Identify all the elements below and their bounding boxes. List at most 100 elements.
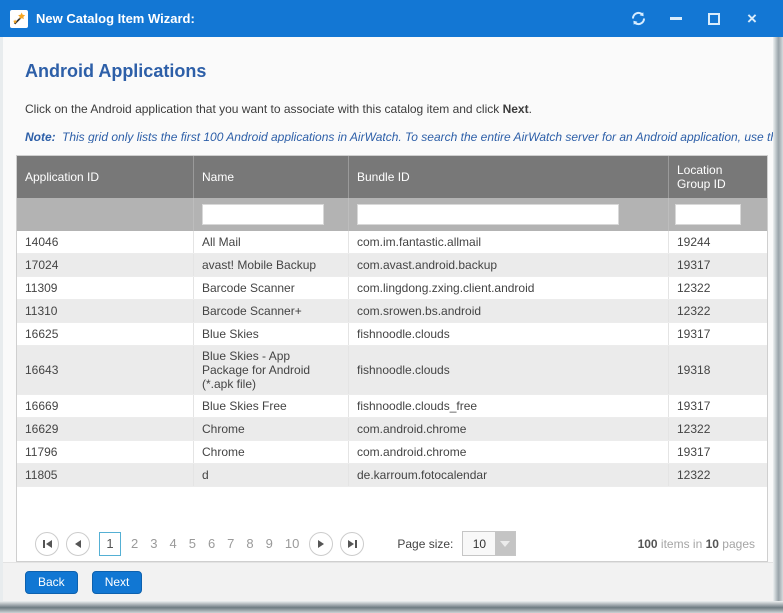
pages-count: 10: [706, 537, 719, 551]
table-row[interactable]: 11796 Chrome com.android.chrome 19317: [17, 441, 767, 464]
table-row[interactable]: 11805 d de.karroum.fotocalendar 12322: [17, 464, 767, 487]
refresh-button[interactable]: [625, 6, 651, 32]
window-frame-bottom: [0, 601, 783, 613]
table-row[interactable]: 11309 Barcode Scanner com.lingdong.zxing…: [17, 277, 767, 300]
note-text: Note: This grid only lists the first 100…: [25, 130, 773, 143]
current-page-indicator[interactable]: 1: [99, 532, 121, 556]
column-header-bundle-id[interactable]: Bundle ID: [349, 156, 669, 198]
table-row[interactable]: 16643 Blue Skies - App Package for Andro…: [17, 346, 767, 395]
table-row[interactable]: 16629 Chrome com.android.chrome 12322: [17, 418, 767, 441]
cell-application-id: 11309: [17, 277, 194, 299]
page-link-10[interactable]: 10: [279, 536, 305, 551]
cell-bundle-id: fishnoodle.clouds_free: [349, 395, 669, 417]
cell-application-id: 11805: [17, 464, 194, 486]
page-link-7[interactable]: 7: [221, 536, 240, 551]
page-link-5[interactable]: 5: [183, 536, 202, 551]
cell-bundle-id: com.im.fantastic.allmail: [349, 231, 669, 253]
page-link-8[interactable]: 8: [240, 536, 259, 551]
bundle-id-filter-input[interactable]: [357, 204, 619, 225]
page-link-2[interactable]: 2: [125, 536, 144, 551]
table-row[interactable]: 16625 Blue Skies fishnoodle.clouds 19317: [17, 323, 767, 346]
cell-bundle-id: com.android.chrome: [349, 441, 669, 463]
cell-bundle-id: com.android.chrome: [349, 418, 669, 440]
back-button[interactable]: Back: [25, 571, 78, 594]
table-row[interactable]: 11310 Barcode Scanner+ com.srowen.bs.and…: [17, 300, 767, 323]
grid-header-row: Application ID Name Bundle ID Location G…: [17, 156, 767, 198]
table-row[interactable]: 14046 All Mail com.im.fantastic.allmail …: [17, 231, 767, 254]
window-frame-left: [0, 0, 3, 613]
column-header-name[interactable]: Name: [194, 156, 349, 198]
maximize-button[interactable]: [701, 6, 727, 32]
items-count: 100: [638, 537, 658, 551]
filter-cell-name: [194, 198, 349, 231]
page-link-3[interactable]: 3: [144, 536, 163, 551]
first-page-button[interactable]: [35, 532, 59, 556]
minimize-icon: [670, 17, 682, 20]
cell-bundle-id: fishnoodle.clouds: [349, 346, 669, 394]
page-title: Android Applications: [25, 61, 773, 82]
cell-application-id: 16629: [17, 418, 194, 440]
window-controls: ×: [625, 6, 765, 32]
pager-summary: 100 items in 10 pages: [638, 537, 755, 551]
cell-location-group-id: 12322: [669, 300, 767, 322]
note-label: Note:: [25, 130, 56, 143]
column-header-application-id[interactable]: Application ID: [17, 156, 194, 198]
grid-body: 14046 All Mail com.im.fantastic.allmail …: [17, 231, 767, 487]
next-page-button[interactable]: [309, 532, 333, 556]
instruction-bold-word: Next: [503, 102, 529, 116]
cell-application-id: 17024: [17, 254, 194, 276]
note-body: This grid only lists the first 100 Andro…: [59, 130, 773, 143]
grid-filter-row: [17, 198, 767, 231]
wizard-footer: Back Next: [3, 562, 773, 601]
refresh-icon: [630, 10, 647, 27]
table-row[interactable]: 17024 avast! Mobile Backup com.avast.and…: [17, 254, 767, 277]
cell-application-id: 11796: [17, 441, 194, 463]
name-filter-input[interactable]: [202, 204, 324, 225]
previous-page-button[interactable]: [66, 532, 90, 556]
cell-bundle-id: de.karroum.fotocalendar: [349, 464, 669, 486]
cell-location-group-id: 19317: [669, 254, 767, 276]
cell-location-group-id: 19317: [669, 323, 767, 345]
applications-grid: Application ID Name Bundle ID Location G…: [16, 155, 768, 562]
maximize-icon: [708, 13, 720, 25]
page-size-arrow-button[interactable]: [495, 532, 515, 555]
cell-location-group-id: 12322: [669, 277, 767, 299]
cell-bundle-id: com.avast.android.backup: [349, 254, 669, 276]
page-size-dropdown[interactable]: 10: [462, 531, 516, 556]
wizard-content: Android Applications Click on the Androi…: [3, 37, 773, 601]
cell-location-group-id: 12322: [669, 464, 767, 486]
column-header-location-group-id[interactable]: Location Group ID: [669, 156, 767, 198]
cell-name: Chrome: [194, 418, 349, 440]
page-link-6[interactable]: 6: [202, 536, 221, 551]
page-size-value: 10: [463, 532, 495, 555]
next-page-icon: [318, 540, 324, 548]
page-size-label: Page size:: [397, 537, 453, 551]
page-link-9[interactable]: 9: [260, 536, 279, 551]
grid-empty-space: [17, 487, 767, 527]
cell-location-group-id: 19244: [669, 231, 767, 253]
cell-application-id: 11310: [17, 300, 194, 322]
location-group-id-filter-input[interactable]: [675, 204, 741, 225]
page-links: 2 3 4 5 6 7 8 9 10: [125, 536, 305, 551]
cell-name: Blue Skies - App Package for Android (*.…: [194, 346, 349, 394]
previous-page-icon: [75, 540, 81, 548]
cell-location-group-id: 12322: [669, 418, 767, 440]
wizard-window: New Catalog Item Wizard: ×: [0, 0, 783, 613]
page-link-4[interactable]: 4: [163, 536, 182, 551]
chevron-down-icon: [500, 541, 510, 547]
pager: 1 2 3 4 5 6 7 8 9 10: [17, 527, 767, 561]
cell-name: All Mail: [194, 231, 349, 253]
cell-bundle-id: fishnoodle.clouds: [349, 323, 669, 345]
next-button[interactable]: Next: [92, 571, 143, 594]
window-frame-right: [773, 0, 783, 613]
table-row[interactable]: 16669 Blue Skies Free fishnoodle.clouds_…: [17, 395, 767, 418]
last-page-button[interactable]: [340, 532, 364, 556]
cell-name: Blue Skies: [194, 323, 349, 345]
close-button[interactable]: ×: [739, 6, 765, 32]
page-size-control: Page size: 10: [397, 531, 516, 556]
instruction-text: Click on the Android application that yo…: [25, 102, 773, 116]
filter-cell-bundle-id: [349, 198, 669, 231]
minimize-button[interactable]: [663, 6, 689, 32]
wizard-icon: [10, 10, 28, 28]
last-page-icon: [348, 540, 354, 548]
